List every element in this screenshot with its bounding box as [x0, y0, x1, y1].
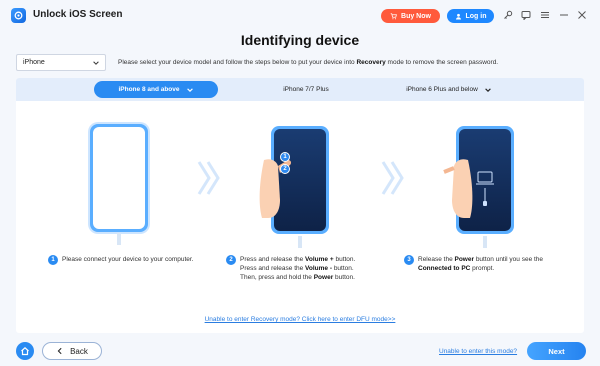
chevron-down-icon — [186, 87, 193, 92]
back-label: Back — [70, 346, 88, 356]
step-number-1: 1 — [48, 255, 58, 265]
chevron-right-icon — [197, 161, 220, 195]
user-icon — [455, 13, 461, 20]
title-bar: Unlock iOS Screen Buy Now Log in — [0, 0, 600, 30]
phone-illustration-connect — [90, 124, 148, 232]
hand-illustration — [259, 159, 292, 218]
home-icon — [21, 346, 29, 356]
app-title: Unlock iOS Screen — [33, 9, 123, 20]
tab-iphone-6-plus-below[interactable]: iPhone 6 Plus and below — [394, 81, 504, 98]
buy-now-label: Buy Now — [401, 12, 431, 20]
cart-icon — [390, 12, 397, 19]
step-3-text: Release the Power button until you see t… — [418, 256, 544, 272]
tab-iphone-8-and-above[interactable]: iPhone 8 and above — [94, 81, 218, 98]
next-button[interactable]: Next — [527, 342, 586, 360]
buy-now-button[interactable]: Buy Now — [381, 9, 440, 23]
chevron-down-icon — [93, 61, 99, 65]
minimize-icon[interactable] — [558, 9, 570, 21]
page-title: Identifying device — [240, 32, 360, 48]
tab-iphone-7[interactable]: iPhone 7/7 Plus — [256, 81, 356, 98]
hand-illustration — [443, 159, 473, 218]
step-number-3: 3 — [404, 255, 414, 265]
dfu-mode-link[interactable]: Unable to enter Recovery mode? Click her… — [0, 316, 600, 323]
arrow-left-icon — [57, 347, 62, 355]
chevron-right-icon — [381, 161, 404, 195]
step-number-2: 2 — [226, 255, 236, 265]
login-label: Log in — [465, 12, 487, 20]
instruction-text: Please select your device model and foll… — [118, 59, 499, 66]
back-button[interactable]: Back — [42, 342, 102, 360]
cable — [298, 236, 302, 248]
chat-icon[interactable] — [520, 9, 532, 21]
close-icon[interactable] — [576, 9, 588, 21]
connect-to-pc-icon — [476, 171, 494, 206]
cable — [117, 233, 121, 245]
home-button[interactable] — [16, 342, 34, 360]
unable-to-enter-link[interactable]: Unable to enter this mode? — [439, 348, 517, 355]
model-tabs: iPhone 8 and above iPhone 7/7 Plus iPhon… — [16, 78, 584, 101]
login-button[interactable]: Log in — [447, 9, 494, 23]
cable — [483, 236, 487, 248]
step-2-text: Press and release the Volume + button. P… — [240, 256, 356, 281]
chevron-down-icon — [484, 87, 491, 92]
device-model-select[interactable]: iPhone — [16, 54, 106, 71]
key-icon[interactable] — [502, 9, 514, 21]
menu-icon[interactable] — [539, 9, 551, 21]
volume-up-badge: 1 — [280, 152, 290, 162]
app-logo-icon — [11, 8, 26, 23]
step-1-text: Please connect your device to your compu… — [62, 256, 194, 263]
volume-down-badge: 2 — [280, 164, 290, 174]
device-select-value: iPhone — [23, 59, 45, 66]
